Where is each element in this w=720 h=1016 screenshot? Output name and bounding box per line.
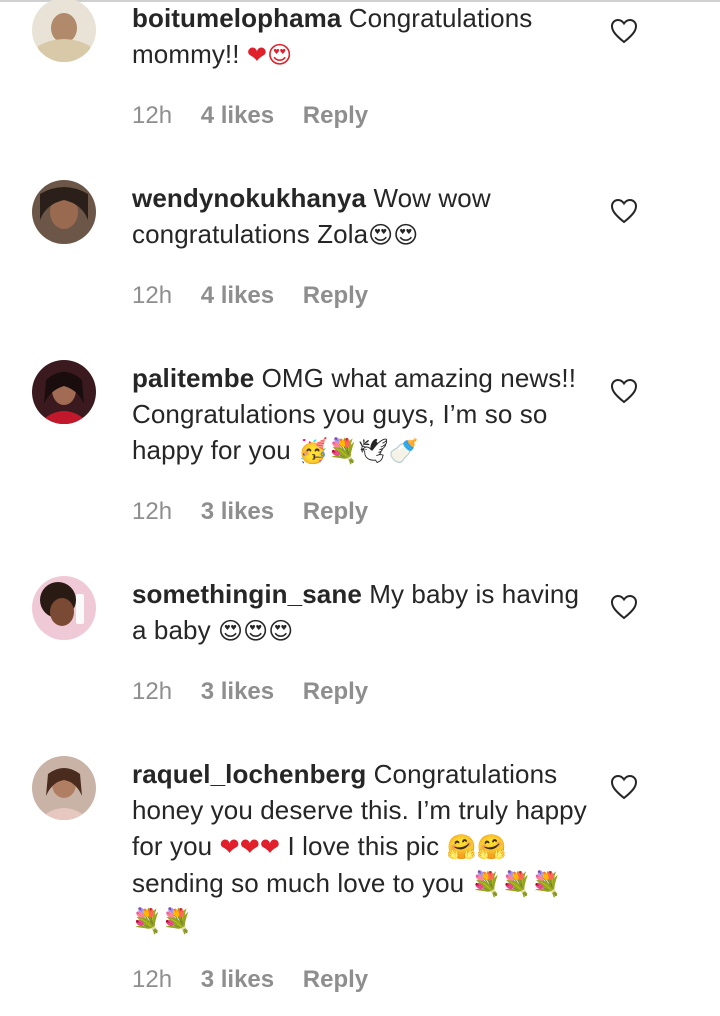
reply-button[interactable]: Reply	[303, 282, 368, 309]
comment-emojis: ❤❤❤	[219, 833, 281, 861]
heart-outline-icon[interactable]	[610, 774, 638, 800]
comment-meta: 12h 3 likes Reply	[132, 498, 390, 526]
reply-button[interactable]: Reply	[303, 678, 368, 705]
heart-outline-icon[interactable]	[610, 18, 638, 44]
comment-emojis: 😍😍	[368, 221, 419, 249]
comment-likes[interactable]: 4 likes	[201, 102, 274, 129]
comment-time: 12h	[132, 678, 173, 705]
comment-time: 12h	[132, 282, 173, 309]
comment-body: raquel_lochenberg Congratulations honey …	[132, 756, 587, 939]
comment-username[interactable]: raquel_lochenberg	[132, 759, 366, 789]
comment-body: palitembe OMG what amazing news!! Congra…	[132, 360, 587, 469]
comment-emojis: 🤗🤗	[446, 833, 507, 861]
avatar[interactable]	[32, 576, 96, 640]
comment-time: 12h	[132, 102, 173, 129]
comment-meta: 12h 4 likes Reply	[132, 282, 390, 310]
comment-likes[interactable]: 3 likes	[201, 498, 274, 525]
comment-text: I love this pic	[287, 831, 440, 861]
comment-meta: 12h 4 likes Reply	[132, 102, 390, 130]
comment-likes[interactable]: 3 likes	[201, 678, 274, 705]
comment-emojis: ❤😍	[246, 41, 293, 69]
comment-emojis: 😍😍😍	[218, 617, 294, 645]
comment-username[interactable]: somethingin_sane	[132, 579, 362, 609]
avatar[interactable]	[32, 180, 96, 244]
heart-outline-icon[interactable]	[610, 198, 638, 224]
heart-outline-icon[interactable]	[610, 594, 638, 620]
comment-likes[interactable]: 3 likes	[201, 966, 274, 993]
reply-button[interactable]: Reply	[303, 102, 368, 129]
avatar[interactable]	[32, 0, 96, 62]
comment-time: 12h	[132, 966, 173, 993]
comment-emojis: 🥳💐🕊🍼	[298, 437, 419, 465]
avatar[interactable]	[32, 756, 96, 820]
comment-meta: 12h 3 likes Reply	[132, 966, 390, 994]
comment-body: boitumelophama Congratulations mommy!! ❤…	[132, 0, 587, 73]
comment-username[interactable]: wendynokukhanya	[132, 183, 366, 213]
comment-body: wendynokukhanya Wow wow congratulations …	[132, 180, 587, 253]
reply-button[interactable]: Reply	[303, 498, 368, 525]
comment-body: somethingin_sane My baby is having a bab…	[132, 576, 587, 649]
comment-username[interactable]: boitumelophama	[132, 3, 341, 33]
comment-username[interactable]: palitembe	[132, 363, 254, 393]
reply-button[interactable]: Reply	[303, 966, 368, 993]
comment-time: 12h	[132, 498, 173, 525]
comment-likes[interactable]: 4 likes	[201, 282, 274, 309]
heart-outline-icon[interactable]	[610, 378, 638, 404]
comment-meta: 12h 3 likes Reply	[132, 678, 390, 706]
avatar[interactable]	[32, 360, 96, 424]
comment-text: sending so much love to you	[132, 868, 465, 898]
